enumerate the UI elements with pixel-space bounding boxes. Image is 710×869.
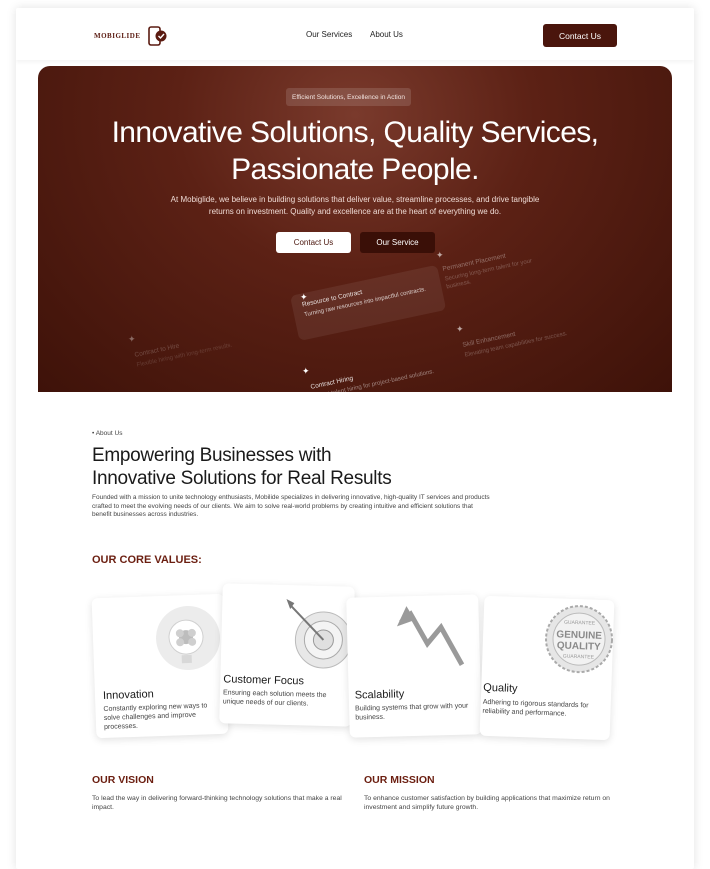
value-desc: Ensuring each solution meets the unique … xyxy=(222,689,327,708)
logo-mark-icon xyxy=(147,26,169,46)
hero-contact-button[interactable]: Contact Us xyxy=(276,232,351,253)
mission-text: To enhance customer satisfaction by buil… xyxy=(364,795,610,811)
hero-title-line-1: Innovative Solutions, Quality Services, xyxy=(111,116,599,149)
value-title: Innovation xyxy=(102,688,154,703)
sparkle-icon: ✦ xyxy=(302,366,310,376)
sparkle-icon: ✦ xyxy=(128,334,136,344)
value-card-quality: GUARANTEE GENUINE QUALITY GUARANTEE Qual… xyxy=(479,595,615,741)
seal-text-top: GUARANTEE xyxy=(564,620,596,627)
top-navbar: MOBIGLIDE Our Services About Us Contact … xyxy=(16,8,694,60)
page: MOBIGLIDE Our Services About Us Contact … xyxy=(16,8,694,869)
vision-text: To lead the way in delivering forward-th… xyxy=(92,795,342,811)
hero-subtitle: At Mobiglide, we believe in building sol… xyxy=(170,195,540,216)
target-icon xyxy=(275,591,355,676)
hero-card-permanent-placement: Permanent Placement Securing long-term t… xyxy=(442,243,555,291)
nav-link-about[interactable]: About Us xyxy=(370,30,403,39)
about-title-line-2: Innovative Solutions for Real Results xyxy=(92,468,392,489)
hero-title-line-2: Passionate People. xyxy=(231,153,479,186)
value-title: Scalability xyxy=(354,688,405,702)
value-card-customer-focus: Customer Focus Ensuring each solution me… xyxy=(219,583,355,727)
about-description: Founded with a mission to unite technolo… xyxy=(92,494,490,518)
seal-text-quality: QUALITY xyxy=(557,640,602,653)
value-desc: Adhering to rigorous standards for relia… xyxy=(482,698,589,718)
about-title-line-1: Empowering Businesses with xyxy=(92,445,332,466)
value-desc: Building systems that grow with your bus… xyxy=(355,702,469,722)
core-values-title: OUR CORE VALUES: xyxy=(92,554,202,566)
value-card-scalability: Scalability Building systems that grow w… xyxy=(346,594,482,738)
hero-badge: Efficient Solutions, Excellence in Actio… xyxy=(286,88,411,106)
value-title: Customer Focus xyxy=(223,673,305,688)
vision-title: OUR VISION xyxy=(92,774,154,786)
hero-card-skill-enhancement: Skill Enhancement Elevating team capabil… xyxy=(462,319,573,359)
value-desc: Constantly exploring new ways to solve c… xyxy=(103,702,208,731)
quality-seal-icon: GUARANTEE GENUINE QUALITY GUARANTEE xyxy=(542,602,615,681)
nav-contact-button[interactable]: Contact Us xyxy=(543,24,617,47)
growth-arrow-icon xyxy=(396,602,478,679)
hero-card-contract-hiring: Contract Hiring Expert talent hiring for… xyxy=(310,353,460,392)
logo[interactable]: MOBIGLIDE xyxy=(94,26,169,46)
sparkle-icon: ✦ xyxy=(436,250,444,260)
about-title: Empowering Businesses with Innovative So… xyxy=(92,444,392,490)
value-card-innovation: Innovation Constantly exploring new ways… xyxy=(91,593,229,739)
mission-title: OUR MISSION xyxy=(364,774,435,786)
nav-link-services[interactable]: Our Services xyxy=(306,30,352,39)
lightbulb-icon xyxy=(152,602,225,679)
hero-service-button[interactable]: Our Service xyxy=(360,232,435,253)
logo-text: MOBIGLIDE xyxy=(94,32,141,40)
seal-text-bottom: GUARANTEE xyxy=(563,654,595,661)
hero-section: Efficient Solutions, Excellence in Actio… xyxy=(38,66,672,392)
value-title: Quality xyxy=(483,681,518,695)
hero-title: Innovative Solutions, Quality Services, … xyxy=(38,114,672,188)
about-tag: • About Us xyxy=(92,430,123,437)
hero-card-contract-to-hire: Contract to Hire Flexible hiring with lo… xyxy=(134,323,275,370)
sparkle-icon: ✦ xyxy=(456,324,464,334)
hero-card-resource-to-contract: Resource to Contract Turning raw resourc… xyxy=(290,264,447,341)
